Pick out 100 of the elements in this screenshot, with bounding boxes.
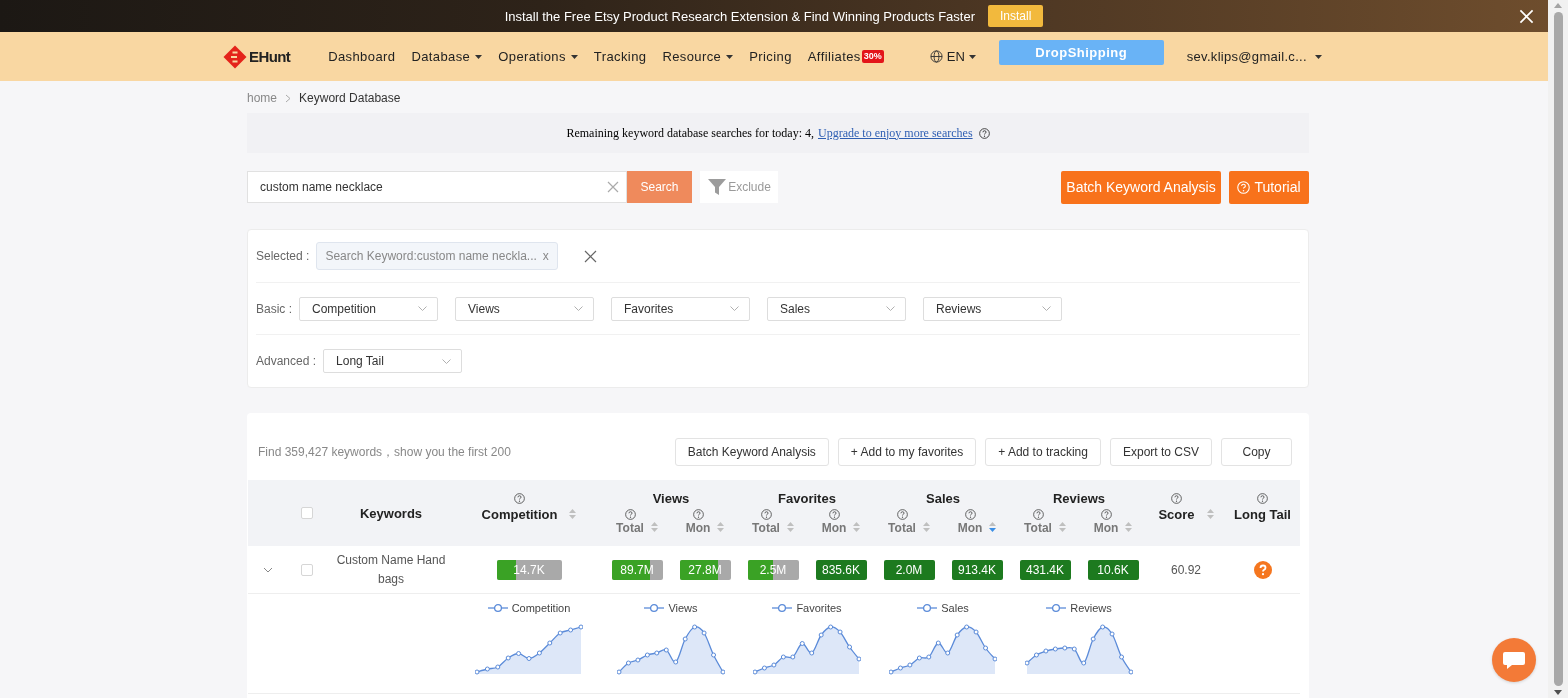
- help-icon: [1237, 180, 1251, 194]
- nav-link[interactable]: Dashboard: [328, 49, 396, 64]
- globe-icon: [929, 50, 943, 63]
- column-header: Mon: [685, 521, 711, 535]
- close-icon[interactable]: [583, 249, 597, 263]
- column-header: Score: [1158, 507, 1195, 522]
- legend-icon: [1046, 603, 1067, 613]
- chevron-down-icon[interactable]: [262, 566, 273, 573]
- meter-value: 913.4K: [958, 562, 996, 577]
- nav-link[interactable]: Tracking: [593, 49, 647, 64]
- column-header: Total: [1024, 521, 1052, 535]
- tag-label: Search Keyword:custom name neckla...: [325, 249, 537, 263]
- sort-icon[interactable]: [569, 508, 577, 520]
- chevron-down-icon[interactable]: [1042, 306, 1051, 311]
- sort-icon[interactable]: [922, 521, 930, 533]
- checkbox[interactable]: [301, 563, 313, 576]
- action-button[interactable]: + Add to tracking: [985, 438, 1101, 466]
- arrow-up-icon[interactable]: [1554, 3, 1562, 8]
- legend-label: Reviews: [1070, 602, 1112, 614]
- action-button[interactable]: Batch Keyword Analysis: [674, 438, 829, 466]
- nav-link[interactable]: Operations: [498, 49, 578, 64]
- notice-text: Remaining keyword database searches for today: 4, Upgrade to enjoy more searches: [566, 125, 973, 141]
- column-header: Mon: [1093, 521, 1119, 535]
- caret-icon[interactable]: [570, 54, 578, 59]
- legend-label: Favorites: [796, 602, 842, 614]
- nav-link[interactable]: Database: [411, 49, 483, 64]
- action-button[interactable]: + Add to my favorites: [837, 438, 977, 466]
- checkbox[interactable]: [301, 507, 313, 519]
- help-icon[interactable]: [1257, 493, 1268, 504]
- sort-icon[interactable]: [1125, 521, 1133, 533]
- help-icon[interactable]: [692, 509, 704, 520]
- sort-icon[interactable]: [1206, 508, 1214, 520]
- arrow-down-icon[interactable]: [1554, 690, 1562, 695]
- nav-link[interactable]: Resource: [662, 49, 734, 64]
- banner-message: Install the Free Etsy Product Research Extension & Find Winning Products Faster: [504, 8, 975, 24]
- help-icon[interactable]: [828, 509, 840, 520]
- legend-icon: [917, 603, 938, 613]
- nav-link[interactable]: Affiliates: [807, 49, 861, 64]
- column-header: Total: [888, 521, 916, 535]
- dropdown-select[interactable]: Favorites: [611, 296, 750, 321]
- caret-icon[interactable]: [1314, 54, 1322, 59]
- help-icon[interactable]: [1171, 493, 1182, 504]
- caret-icon[interactable]: [968, 54, 976, 59]
- upgrade-link[interactable]: Upgrade to enjoy more searches: [818, 125, 973, 140]
- sort-icon[interactable]: [1058, 521, 1066, 533]
- search-input[interactable]: custom name necklace: [247, 171, 627, 203]
- meter-value: 835.6K: [822, 562, 860, 577]
- sort-icon[interactable]: [989, 521, 997, 533]
- legend-icon: [772, 603, 793, 613]
- caret-icon[interactable]: [726, 54, 734, 59]
- help-icon[interactable]: [514, 493, 525, 504]
- action-button[interactable]: Copy: [1221, 438, 1292, 466]
- action-button[interactable]: Export to CSV: [1109, 438, 1212, 466]
- column-group-header: Sales: [926, 491, 960, 506]
- sort-icon[interactable]: [650, 521, 658, 533]
- scrollbar[interactable]: [1548, 0, 1568, 698]
- help-icon[interactable]: [1100, 509, 1112, 520]
- legend-label: Sales: [941, 602, 969, 614]
- language-selector[interactable]: EN: [929, 49, 976, 64]
- sort-icon[interactable]: [853, 521, 861, 533]
- filter-label: Selected :: [256, 249, 310, 263]
- filter-icon: [707, 177, 728, 197]
- filter-label: Advanced :: [256, 354, 317, 368]
- sort-icon[interactable]: [786, 521, 794, 533]
- logo-text: EHunt: [249, 48, 291, 65]
- help-icon[interactable]: [978, 127, 990, 139]
- sort-icon[interactable]: [717, 521, 725, 533]
- chevron-down-icon[interactable]: [418, 306, 427, 311]
- help-icon[interactable]: [964, 509, 976, 520]
- help-icon[interactable]: [1032, 509, 1044, 520]
- help-icon[interactable]: [1253, 560, 1272, 579]
- dropdown-select[interactable]: Sales: [767, 296, 906, 321]
- nav-link[interactable]: Pricing: [749, 49, 792, 64]
- account-menu[interactable]: sev.klips@gmail.c...: [1186, 49, 1322, 64]
- chevron-down-icon[interactable]: [730, 306, 739, 311]
- chevron-down-icon[interactable]: [442, 358, 452, 364]
- keyword-text: Custom Name Hand bags: [335, 551, 447, 588]
- caret-icon[interactable]: [475, 54, 483, 59]
- help-icon[interactable]: [896, 509, 908, 520]
- result-summary: Find 359,427 keywords，show you the first 200: [258, 443, 511, 461]
- column-header: Long Tail: [1234, 507, 1291, 522]
- filter-label: Basic :: [256, 301, 292, 316]
- chat-icon: [1502, 650, 1526, 670]
- chevron-down-icon[interactable]: [574, 306, 583, 311]
- dropdown-select[interactable]: Views: [455, 296, 594, 321]
- help-icon[interactable]: [760, 509, 772, 520]
- clear-icon[interactable]: [607, 181, 619, 193]
- help-icon[interactable]: [624, 509, 636, 520]
- column-header: Mon: [957, 521, 983, 535]
- dropdown-select[interactable]: Reviews: [923, 296, 1062, 321]
- chevron-right-icon: [285, 93, 292, 103]
- column-group-header: Favorites: [778, 491, 836, 506]
- column-group-header: Reviews: [1052, 491, 1105, 506]
- column-header: Mon: [821, 521, 847, 535]
- score-value: 60.92: [1171, 562, 1201, 577]
- dropdown-select[interactable]: Competition: [299, 296, 438, 321]
- chevron-down-icon[interactable]: [886, 306, 895, 311]
- column-header: Competition: [481, 507, 558, 522]
- dropdown-select[interactable]: Long Tail: [323, 349, 463, 373]
- column-header: Total: [752, 521, 780, 535]
